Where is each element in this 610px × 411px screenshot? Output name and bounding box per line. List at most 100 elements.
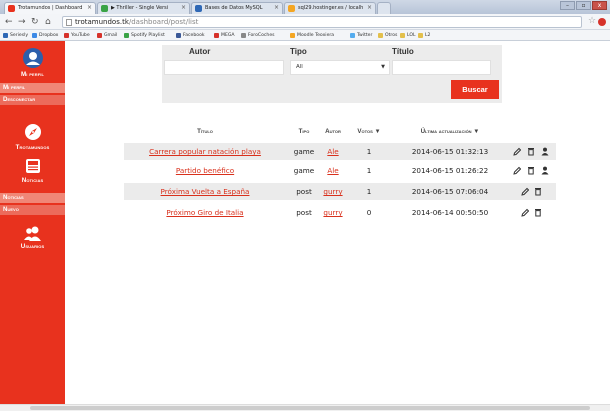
reload-icon[interactable]: ↻	[31, 16, 39, 28]
bookmark-folder-lol[interactable]: LOL	[400, 30, 416, 40]
bookmark-moodle[interactable]: Moodle Teoxiera	[290, 30, 334, 40]
bookmark-icon	[3, 33, 8, 38]
column-header-tipo[interactable]: Tipo	[292, 128, 316, 135]
bookmark-mega[interactable]: MEGA	[214, 30, 235, 40]
minimize-button[interactable]: –	[560, 1, 575, 10]
newspaper-icon	[25, 159, 40, 173]
tipo-select[interactable]: All ▼	[290, 60, 390, 75]
sidebar-subitem-nuevo[interactable]: Nuevo	[0, 205, 65, 215]
table-row: Próxima Vuelta a España post gurry 1 201…	[124, 183, 556, 200]
post-title-link[interactable]: Carrera popular natación playa	[124, 143, 286, 160]
edit-pencil-icon[interactable]	[521, 208, 529, 217]
close-window-button[interactable]: x	[592, 1, 607, 10]
bookmark-seriesly[interactable]: Seriesly	[3, 30, 28, 40]
sidebar-item-noticias[interactable]: Noticias	[0, 158, 65, 184]
column-header-ultima-actualizacion[interactable]: Última actualización ▼	[402, 128, 498, 135]
compass-icon	[24, 124, 41, 140]
sidebar-item-trotamundos[interactable]: Trotamundos	[0, 123, 65, 151]
bookmark-star-icon[interactable]: ☆	[588, 16, 596, 26]
tab-thriller[interactable]: ▶ Thriller - Single Versi ×	[97, 2, 190, 14]
window-controls: – ▫ x	[560, 1, 607, 10]
post-votes: 0	[366, 208, 372, 217]
bookmark-icon	[241, 33, 246, 38]
bookmark-twitter[interactable]: Twitter	[350, 30, 372, 40]
post-type: post	[296, 208, 312, 217]
page-icon	[66, 19, 72, 26]
post-author-link[interactable]: Ale	[320, 143, 346, 160]
tipo-select-value: All	[296, 64, 303, 70]
users-icon	[23, 226, 41, 241]
sidebar-item-label: Trotamundos	[15, 144, 50, 151]
sidebar-item-label: Mi perfil	[20, 71, 45, 78]
post-author-link[interactable]: gurry	[320, 204, 346, 221]
close-tab-icon[interactable]: ×	[87, 3, 92, 13]
tab-hostinger[interactable]: sql29.hostinger.es / localh ×	[284, 2, 376, 14]
table-row: Carrera popular natación playa game Ale …	[124, 143, 556, 160]
browser-menu-icon[interactable]	[598, 18, 606, 26]
sidebar-item-profile[interactable]: Mi perfil	[0, 48, 65, 78]
browser-tab-bar: Trotamundos | Dashboard × ▶ Thriller - S…	[0, 0, 610, 14]
moodle-icon	[290, 33, 295, 38]
search-button[interactable]: Buscar	[451, 80, 499, 99]
close-tab-icon[interactable]: ×	[181, 3, 186, 13]
bookmark-dropbox[interactable]: Dropbox	[32, 30, 58, 40]
post-updated-at: 2014-06-15 01:26:22	[411, 166, 489, 175]
horizontal-scrollbar[interactable]	[0, 404, 610, 411]
new-tab-button[interactable]	[377, 2, 391, 14]
post-type: post	[296, 187, 312, 196]
post-title-link[interactable]: Próximo Giro de Italia	[124, 204, 286, 221]
maximize-button[interactable]: ▫	[576, 1, 591, 10]
bookmark-gmail[interactable]: Gmail	[97, 30, 117, 40]
tab-mysql[interactable]: Bases de Datos MySQL ×	[191, 2, 283, 14]
titulo-input[interactable]	[392, 60, 491, 75]
edit-pencil-icon[interactable]	[521, 187, 529, 196]
table-header: Título Tipo Autor Votos ▼ Última actuali…	[124, 128, 556, 140]
favicon-icon	[195, 5, 202, 12]
sidebar-subitem-noticias[interactable]: Noticias	[0, 193, 65, 203]
scrollbar-thumb[interactable]	[30, 406, 590, 410]
bookmark-folder-otros[interactable]: Otros	[378, 30, 397, 40]
post-author-link[interactable]: gurry	[320, 183, 346, 200]
bookmark-youtube[interactable]: YouTube	[64, 30, 90, 40]
titulo-label: Título	[392, 47, 414, 56]
back-arrow-icon[interactable]: ←	[5, 16, 13, 28]
post-title-link[interactable]: Partido benéfico	[124, 162, 286, 179]
edit-pencil-icon[interactable]	[513, 166, 521, 175]
home-icon[interactable]: ⌂	[45, 16, 51, 28]
favicon-icon	[288, 5, 295, 12]
bookmark-forocoches[interactable]: ForoCoches	[241, 30, 275, 40]
column-header-titulo[interactable]: Título	[124, 128, 286, 135]
column-header-autor[interactable]: Autor	[320, 128, 346, 135]
sidebar-subitem-mi-perfil[interactable]: Mi perfil	[0, 83, 65, 93]
user-action-icon[interactable]	[541, 166, 549, 175]
bookmark-facebook[interactable]: Facebook	[176, 30, 205, 40]
tab-trotamundos[interactable]: Trotamundos | Dashboard ×	[4, 2, 96, 14]
sidebar-item-label: Usuarios	[20, 243, 45, 250]
column-header-votos[interactable]: Votos ▼	[354, 128, 384, 135]
folder-icon	[378, 33, 383, 38]
forward-arrow-icon[interactable]: →	[18, 16, 26, 28]
trash-icon[interactable]	[534, 187, 542, 196]
mega-icon	[214, 33, 219, 38]
user-avatar-icon	[22, 48, 43, 68]
post-votes: 1	[366, 187, 372, 196]
trash-icon[interactable]	[527, 147, 535, 156]
autor-input[interactable]	[164, 60, 284, 75]
post-votes: 1	[366, 147, 372, 156]
post-title-link[interactable]: Próxima Vuelta a España	[124, 183, 286, 200]
bookmark-spotify[interactable]: Spotify Playlist	[124, 30, 165, 40]
edit-pencil-icon[interactable]	[513, 147, 521, 156]
trash-icon[interactable]	[527, 166, 535, 175]
sidebar-subitem-desconectar[interactable]: Desconectar	[0, 95, 65, 105]
bookmark-folder-l2[interactable]: L2	[418, 30, 430, 40]
close-tab-icon[interactable]: ×	[274, 3, 279, 13]
url-input[interactable]: trotamundos.tk/dashboard/post/list	[62, 16, 582, 28]
user-action-icon[interactable]	[541, 147, 549, 156]
post-author-link[interactable]: Ale	[320, 162, 346, 179]
close-tab-icon[interactable]: ×	[367, 3, 372, 13]
sidebar-item-usuarios[interactable]: Usuarios	[0, 225, 65, 250]
post-updated-at: 2014-06-15 01:32:13	[411, 147, 489, 156]
trash-icon[interactable]	[534, 208, 542, 217]
spotify-icon	[124, 33, 129, 38]
gmail-icon	[97, 33, 102, 38]
